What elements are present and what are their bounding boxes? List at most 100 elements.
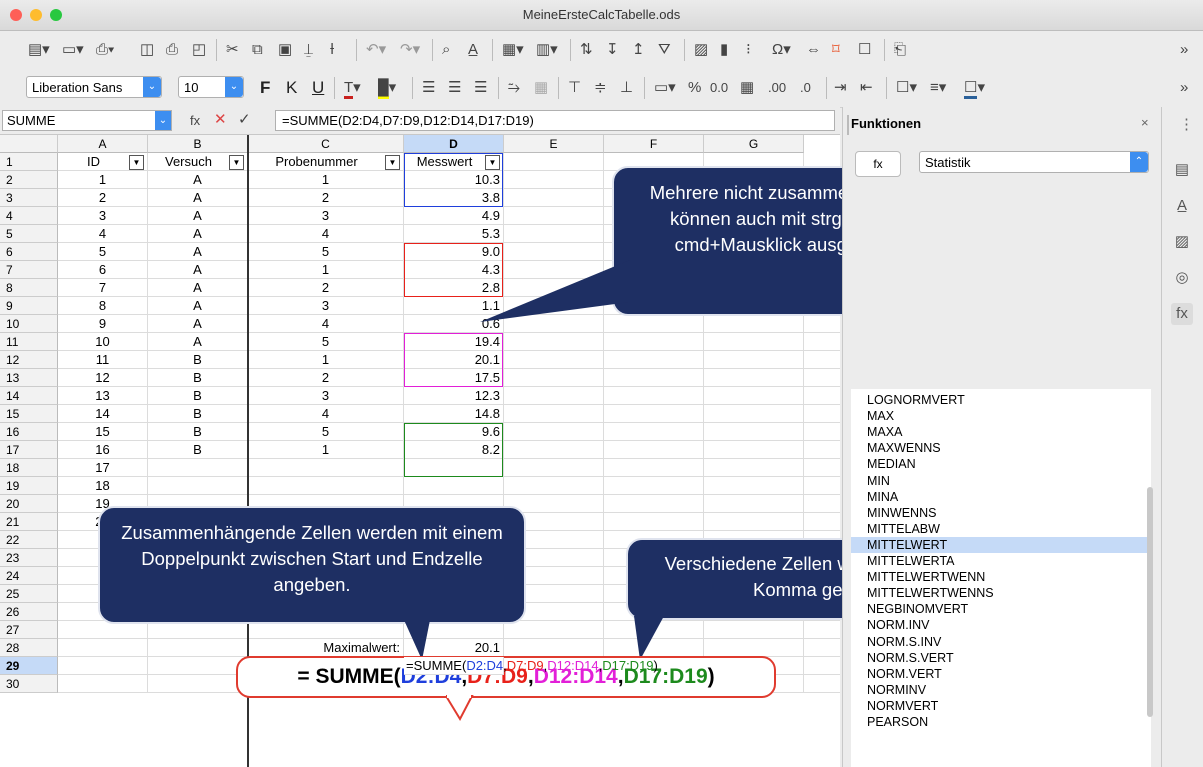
row-header[interactable]: 20: [0, 495, 58, 513]
row-header[interactable]: 25: [0, 585, 58, 603]
number-format-icon[interactable]: 0.0: [710, 78, 728, 98]
cell[interactable]: [804, 405, 840, 423]
save-icon[interactable]: ⎙▾: [96, 40, 114, 60]
cell[interactable]: [804, 639, 840, 657]
cell[interactable]: [604, 441, 704, 459]
cell[interactable]: [704, 477, 804, 495]
function-list-item[interactable]: MITTELWERTWENN: [851, 569, 1151, 585]
table-cell[interactable]: 17: [58, 459, 148, 477]
cell[interactable]: [804, 675, 840, 693]
table-cell[interactable]: 4: [248, 405, 404, 423]
table-cell[interactable]: 3: [248, 207, 404, 225]
table-cell[interactable]: 1: [58, 171, 148, 189]
header-cell-probe[interactable]: Probenummer ▼: [248, 153, 404, 171]
cell[interactable]: [504, 459, 604, 477]
pivot-table-icon[interactable]: ⁝: [746, 40, 751, 60]
row-header[interactable]: 11: [0, 333, 58, 351]
table-cell[interactable]: [148, 477, 248, 495]
table-cell[interactable]: B: [148, 387, 248, 405]
cell[interactable]: [704, 495, 804, 513]
clone-formatting-icon[interactable]: ⍊: [304, 40, 313, 60]
insert-chart-icon[interactable]: ▮: [720, 40, 728, 60]
table-cell[interactable]: 12: [58, 369, 148, 387]
highlight-color-icon[interactable]: █▾: [378, 78, 396, 99]
table-cell[interactable]: 2: [248, 189, 404, 207]
table-cell[interactable]: 4: [248, 315, 404, 333]
cell[interactable]: [804, 351, 840, 369]
cell[interactable]: [504, 351, 604, 369]
table-cell[interactable]: A: [148, 171, 248, 189]
cell[interactable]: [58, 639, 148, 657]
cell[interactable]: [704, 513, 804, 531]
table-cell[interactable]: B: [148, 351, 248, 369]
row-header[interactable]: 29: [0, 657, 58, 675]
table-cell[interactable]: B: [148, 405, 248, 423]
bold-button[interactable]: F: [260, 78, 270, 98]
special-character-icon[interactable]: Ω▾: [772, 40, 791, 60]
function-list-item[interactable]: MITTELWERT: [851, 536, 1151, 553]
function-list-item[interactable]: MITTELWERTWENNS: [851, 585, 1151, 601]
cell[interactable]: [504, 189, 604, 207]
align-left-icon[interactable]: ☰: [422, 78, 435, 98]
sort-icon[interactable]: ⇅: [580, 40, 593, 60]
function-wizard-icon[interactable]: fx: [190, 111, 200, 131]
cell[interactable]: [148, 675, 248, 693]
align-top-icon[interactable]: ⊤: [568, 78, 581, 98]
table-cell[interactable]: A: [148, 297, 248, 315]
function-list-item[interactable]: NORM.S.INV: [851, 634, 1151, 650]
comment-icon[interactable]: ⌑: [832, 40, 840, 60]
table-cell[interactable]: 7: [58, 279, 148, 297]
function-list-item[interactable]: MINA: [851, 489, 1151, 505]
cancel-icon[interactable]: ✕: [214, 110, 227, 130]
column-header-e[interactable]: E: [504, 135, 604, 153]
function-list-item[interactable]: MAX: [851, 408, 1151, 424]
align-center-icon[interactable]: ☰: [448, 78, 461, 98]
cell[interactable]: [704, 459, 804, 477]
cell[interactable]: [704, 423, 804, 441]
function-list-item[interactable]: NORM.INV: [851, 617, 1151, 633]
cell[interactable]: [704, 351, 804, 369]
cell[interactable]: [804, 477, 840, 495]
table-cell[interactable]: 4: [58, 225, 148, 243]
insert-function-button[interactable]: fx: [855, 151, 901, 177]
table-cell[interactable]: 10: [58, 333, 148, 351]
cell[interactable]: [504, 153, 604, 171]
function-list-item[interactable]: MAXWENNS: [851, 440, 1151, 456]
table-cell[interactable]: A: [148, 225, 248, 243]
cell[interactable]: [804, 495, 840, 513]
add-decimal-icon[interactable]: .00: [768, 78, 786, 98]
table-cell[interactable]: 5: [248, 333, 404, 351]
cell[interactable]: [504, 441, 604, 459]
cell[interactable]: [804, 513, 840, 531]
new-document-icon[interactable]: ▤▾: [28, 40, 50, 60]
center-vertically-icon[interactable]: ≑: [594, 78, 607, 98]
table-cell[interactable]: 5: [248, 243, 404, 261]
autofilter-icon[interactable]: ⛛: [658, 40, 671, 60]
cell[interactable]: [704, 387, 804, 405]
table-cell[interactable]: [248, 477, 404, 495]
name-box[interactable]: SUMME ⌄: [2, 110, 172, 131]
decrease-indent-icon[interactable]: ⇤: [860, 78, 873, 98]
table-cell[interactable]: 9.6: [404, 423, 504, 441]
cell[interactable]: [804, 423, 840, 441]
autofilter-dropdown-button[interactable]: ▼: [485, 155, 500, 170]
row-header[interactable]: 15: [0, 405, 58, 423]
sort-descending-icon[interactable]: ↥: [632, 40, 645, 60]
table-cell[interactable]: 9: [58, 315, 148, 333]
cell[interactable]: [804, 315, 840, 333]
open-icon[interactable]: ▭▾: [62, 40, 84, 60]
table-cell[interactable]: 3: [248, 387, 404, 405]
cell[interactable]: [704, 405, 804, 423]
function-category-box[interactable]: Statistik ⌃: [919, 151, 1149, 173]
table-cell[interactable]: 5: [248, 423, 404, 441]
table-cell[interactable]: A: [148, 279, 248, 297]
toolbar-overflow-icon[interactable]: »: [1180, 40, 1188, 60]
function-list-item[interactable]: NEGBINOMVERT: [851, 601, 1151, 617]
table-cell[interactable]: A: [148, 333, 248, 351]
cut-icon[interactable]: ✂: [226, 40, 239, 60]
undo-icon[interactable]: ↶▾: [366, 40, 386, 60]
column-header-c[interactable]: C: [248, 135, 404, 153]
table-cell[interactable]: [404, 477, 504, 495]
table-cell[interactable]: 12.3: [404, 387, 504, 405]
cell[interactable]: [604, 459, 704, 477]
